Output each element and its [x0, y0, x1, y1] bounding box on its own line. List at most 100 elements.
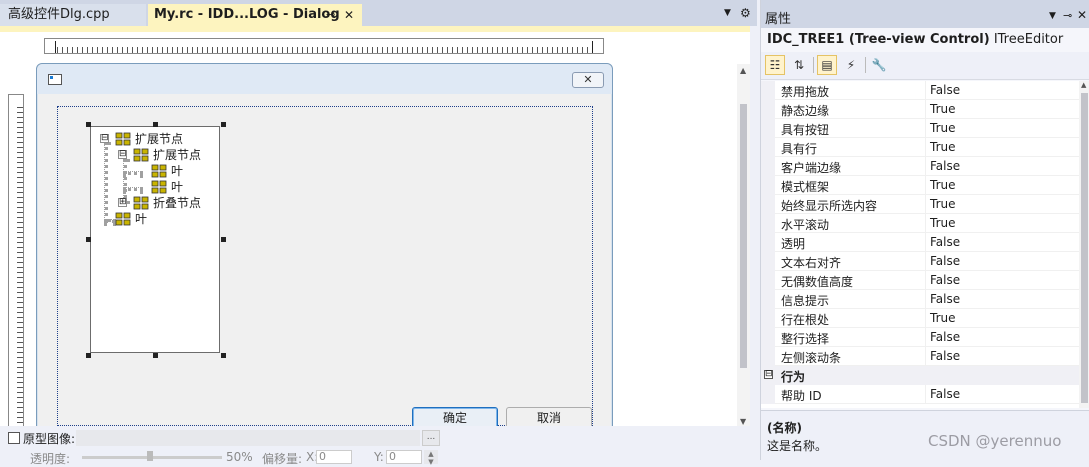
column-divider[interactable] [925, 252, 926, 271]
property-row[interactable]: 帮助 ID False [761, 385, 1079, 404]
properties-view-icon[interactable]: ▤ [817, 55, 837, 75]
property-value[interactable]: False [930, 159, 960, 173]
property-value[interactable]: False [930, 292, 960, 306]
property-row[interactable]: 具有行 True [761, 138, 1079, 157]
property-row[interactable]: 静态边缘 True [761, 100, 1079, 119]
ruler-left-guide[interactable] [55, 41, 56, 53]
column-divider[interactable] [925, 176, 926, 195]
tree-node-leaf[interactable]: 叶 [151, 179, 191, 195]
gear-icon[interactable]: ⚙ [740, 6, 751, 20]
column-divider[interactable] [925, 100, 926, 119]
property-row[interactable]: 客户端边缘 False [761, 157, 1079, 176]
property-value[interactable]: True [930, 121, 956, 135]
resize-handle-sw[interactable] [86, 353, 91, 358]
panel-dropdown-icon[interactable]: ▼ [1049, 11, 1056, 21]
column-divider[interactable] [925, 195, 926, 214]
column-divider[interactable] [925, 271, 926, 290]
prototype-image-path-field[interactable] [76, 430, 420, 446]
tree-node-collapsed[interactable]: ⊞ 折叠节点 [117, 195, 217, 211]
property-row[interactable]: 无偶数值高度 False [761, 271, 1079, 290]
property-value[interactable]: False [930, 83, 960, 97]
resize-handle-se[interactable] [221, 353, 226, 358]
wrench-icon[interactable]: 🔧 [869, 55, 889, 75]
tree-view-control[interactable]: ⊟ 扩展节点 ⊟ 扩展节点 叶 叶 ⊞ 折叠节点 叶 [90, 126, 220, 353]
resize-handle-n[interactable] [153, 122, 158, 127]
property-row[interactable]: 信息提示 False [761, 290, 1079, 309]
tree-node-expanded[interactable]: ⊟ 扩展节点 [117, 147, 217, 163]
scroll-down-arrow-icon[interactable]: ▼ [740, 417, 746, 426]
column-divider[interactable] [925, 119, 926, 138]
property-value[interactable]: True [930, 140, 956, 154]
column-divider[interactable] [925, 81, 926, 100]
alphabetical-sort-icon[interactable]: ⇅ [789, 55, 809, 75]
property-row[interactable]: 水平滚动 True [761, 214, 1079, 233]
scrollbar-thumb[interactable] [740, 104, 747, 368]
property-value[interactable]: False [930, 254, 960, 268]
resize-handle-e[interactable] [221, 237, 226, 242]
property-row[interactable]: 透明 False [761, 233, 1079, 252]
property-row[interactable]: 左侧滚动条 False [761, 347, 1079, 366]
scrollbar-thumb[interactable] [1081, 93, 1088, 403]
property-value[interactable]: True [930, 178, 956, 192]
property-row[interactable]: 文本右对齐 False [761, 252, 1079, 271]
column-divider[interactable] [925, 385, 926, 404]
scroll-up-arrow-icon[interactable]: ▲ [1081, 81, 1086, 89]
category-behavior[interactable]: ⊟ 行为 [761, 366, 1079, 385]
horizontal-ruler[interactable] [44, 38, 604, 54]
property-value[interactable]: False [930, 273, 960, 287]
property-value[interactable]: False [930, 235, 960, 249]
category-collapse-icon[interactable]: ⊟ [764, 370, 773, 379]
column-divider[interactable] [925, 214, 926, 233]
property-row[interactable]: 模式框架 True [761, 176, 1079, 195]
column-divider[interactable] [925, 138, 926, 157]
prototype-image-checkbox[interactable] [8, 432, 20, 444]
tab-dlg-cpp[interactable]: 高级控件Dlg.cpp [0, 4, 146, 26]
close-icon[interactable]: ✕ [1077, 8, 1087, 22]
resize-handle-s[interactable] [153, 353, 158, 358]
property-row[interactable]: 具有按钮 True [761, 119, 1079, 138]
spin-stepper-icon[interactable]: ▲ ▼ [424, 450, 438, 466]
tab-my-rc-dialog[interactable]: My.rc - IDD...LOG - Dialog ⊸ ✕ [148, 4, 362, 26]
events-lightning-icon[interactable]: ⚡ [841, 55, 861, 75]
y-offset-field[interactable]: 0 [386, 450, 422, 464]
resize-handle-nw[interactable] [86, 122, 91, 127]
column-divider[interactable] [925, 233, 926, 252]
scroll-up-arrow-icon[interactable]: ▲ [740, 66, 746, 75]
property-value[interactable]: False [930, 349, 960, 363]
selected-object-selector[interactable]: IDC_TREE1 (Tree-view Control) ITreeEdito… [767, 32, 1063, 47]
dialog-close-button[interactable]: ✕ [572, 72, 604, 88]
property-row[interactable]: 禁用拖放 False [761, 81, 1079, 100]
property-row[interactable]: 行在根处 True [761, 309, 1079, 328]
property-value[interactable]: False [930, 330, 960, 344]
column-divider[interactable] [925, 347, 926, 366]
resize-handle-ne[interactable] [221, 122, 226, 127]
collapse-toggle-icon[interactable]: ⊟ [100, 134, 109, 143]
canvas-vertical-scrollbar[interactable]: ▲ ▼ [737, 64, 750, 428]
browse-button[interactable]: ... [422, 430, 440, 446]
column-divider[interactable] [925, 290, 926, 309]
column-divider[interactable] [925, 157, 926, 176]
tree-node-leaf[interactable]: 叶 [151, 163, 191, 179]
property-row[interactable]: 整行选择 False [761, 328, 1079, 347]
tree-node-leaf[interactable]: 叶 [115, 211, 155, 227]
column-divider[interactable] [925, 328, 926, 347]
property-grid-scrollbar[interactable]: ▲ [1079, 81, 1089, 408]
property-row[interactable]: 始终显示所选内容 True [761, 195, 1079, 214]
tree-node-expanded[interactable]: ⊟ 扩展节点 [99, 131, 214, 147]
x-offset-field[interactable]: 0 [316, 450, 352, 464]
collapse-toggle-icon[interactable]: ⊟ [118, 150, 127, 159]
pin-icon[interactable]: ⊸ [326, 4, 335, 26]
column-divider[interactable] [925, 309, 926, 328]
property-value[interactable]: False [930, 387, 960, 401]
property-value[interactable]: True [930, 216, 956, 230]
vertical-ruler[interactable] [8, 94, 24, 434]
close-icon[interactable]: ✕ [344, 4, 354, 26]
expand-toggle-icon[interactable]: ⊞ [118, 198, 127, 207]
pin-icon[interactable]: ⊸ [1063, 9, 1072, 22]
resize-handle-w[interactable] [86, 237, 91, 242]
categorized-view-icon[interactable]: ☷ [765, 55, 785, 75]
ruler-right-guide[interactable] [592, 41, 593, 53]
property-value[interactable]: True [930, 311, 956, 325]
property-value[interactable]: True [930, 197, 956, 211]
tab-list-dropdown-icon[interactable]: ▼ [724, 8, 731, 18]
